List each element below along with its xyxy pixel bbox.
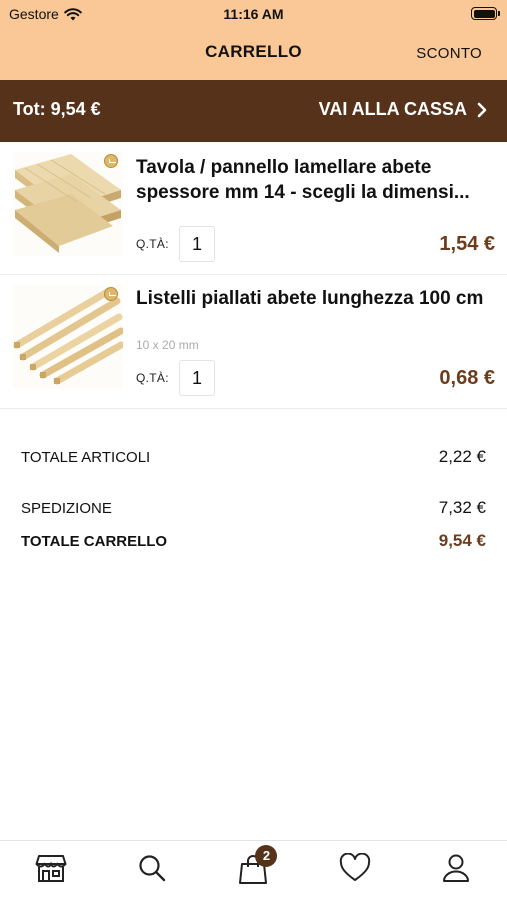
- promo-badge-icon: [104, 287, 118, 301]
- checkout-button[interactable]: VAI ALLA CASSA: [319, 99, 487, 120]
- status-bar: Gestore 11:16 AM: [0, 0, 507, 28]
- discount-button[interactable]: SCONTO: [416, 45, 482, 62]
- checkout-label: VAI ALLA CASSA: [318, 99, 467, 119]
- cart-badge: 2: [255, 845, 278, 867]
- quantity-input[interactable]: 1: [179, 360, 215, 396]
- articles-value: 2,22 €: [438, 447, 486, 466]
- summary-shipping: SPEDIZIONE 7,32 €: [21, 498, 486, 518]
- product-image-battens: [13, 285, 123, 389]
- promo-badge-icon: [104, 154, 118, 168]
- item-price: 0,68 €: [439, 367, 495, 389]
- total-label: TOTALE CARRELLO: [21, 533, 168, 550]
- heart-icon: [339, 853, 371, 881]
- qty-label: Q.TÀ:: [136, 371, 169, 385]
- tab-account[interactable]: [426, 853, 486, 883]
- tab-cart[interactable]: 2: [223, 845, 283, 885]
- status-time: 11:16 AM: [223, 6, 284, 22]
- checkout-bar: Tot: 9,54 € VAI ALLA CASSA: [0, 80, 507, 142]
- product-image-panels: [13, 152, 123, 256]
- quantity-input[interactable]: 1: [179, 226, 215, 262]
- shipping-label: SPEDIZIONE: [21, 500, 112, 517]
- cart-item[interactable]: Listelli piallati abete lunghezza 100 cm…: [0, 275, 507, 409]
- chevron-right-icon: [477, 102, 487, 117]
- cart-item[interactable]: Tavola / pannello lamellare abete spesso…: [0, 142, 507, 275]
- tab-store[interactable]: [21, 853, 81, 883]
- top-header: Gestore 11:16 AM CARRELLO SCONTO: [0, 0, 507, 80]
- summary-articles: TOTALE ARTICOLI 2,22 €: [21, 447, 486, 467]
- checkout-total: Tot: 9,54 €: [13, 99, 101, 119]
- item-title[interactable]: Listelli piallati abete lunghezza 100 cm: [136, 286, 495, 336]
- search-icon: [139, 855, 166, 882]
- summary-total: TOTALE CARRELLO 9,54 €: [21, 531, 486, 551]
- item-variant: 10 x 20 mm: [136, 338, 199, 352]
- shipping-value: 7,32 €: [438, 498, 486, 517]
- store-icon: [35, 855, 67, 882]
- item-title[interactable]: Tavola / pannello lamellare abete spesso…: [136, 155, 495, 205]
- qty-label: Q.TÀ:: [136, 237, 169, 251]
- tab-wishlist[interactable]: [325, 853, 385, 883]
- user-icon: [443, 854, 470, 882]
- articles-label: TOTALE ARTICOLI: [21, 449, 151, 466]
- item-price: 1,54 €: [439, 233, 495, 255]
- total-value: 9,54 €: [438, 531, 486, 550]
- battery-icon: [471, 7, 500, 20]
- tab-search[interactable]: [122, 853, 182, 883]
- tab-bar: 2: [0, 840, 507, 900]
